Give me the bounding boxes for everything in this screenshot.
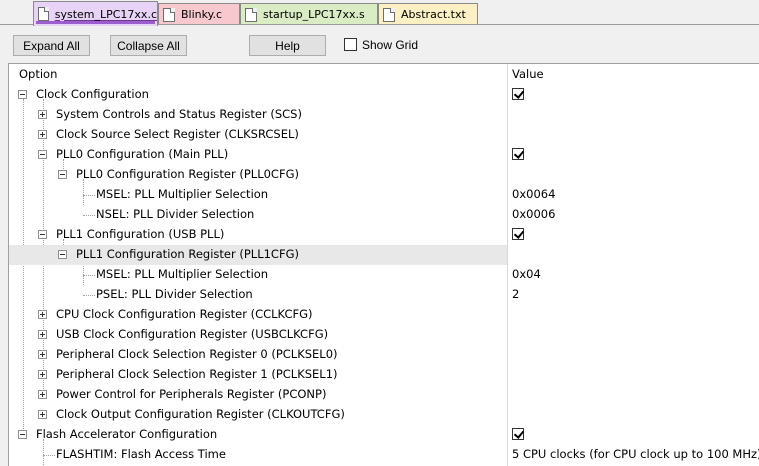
- tree-row-pll0-msel[interactable]: MSEL: PLL Multiplier Selection 0x0064: [9, 185, 759, 205]
- grid-header: Option Value: [9, 64, 759, 84]
- expand-toggle-icon[interactable]: [38, 350, 47, 359]
- option-label: MSEL: PLL Multiplier Selection: [96, 267, 269, 281]
- tree-row-clkoutcfg[interactable]: Clock Output Configuration Register (CLK…: [9, 405, 759, 425]
- tab-label: system_LPC17xx.c: [54, 7, 157, 21]
- value-checkbox[interactable]: [512, 428, 524, 440]
- expand-toggle-icon[interactable]: [38, 330, 47, 339]
- expand-toggle-icon[interactable]: [38, 130, 47, 139]
- option-label: Clock Source Select Register (CLKSRCSEL): [56, 127, 299, 141]
- option-label: PLL0 Configuration Register (PLL0CFG): [76, 167, 299, 181]
- option-label: PSEL: PLL Divider Selection: [96, 287, 253, 301]
- file-icon: [163, 7, 175, 22]
- tree-row-pll0-configuration[interactable]: PLL0 Configuration (Main PLL): [9, 145, 759, 165]
- option-label: System Controls and Status Register (SCS…: [56, 107, 302, 121]
- tree-row-pll1cfg[interactable]: PLL1 Configuration Register (PLL1CFG): [9, 245, 759, 265]
- show-grid-checkbox[interactable]: [344, 38, 357, 51]
- collapse-toggle-icon[interactable]: [58, 250, 67, 259]
- option-label: MSEL: PLL Multiplier Selection: [96, 187, 269, 201]
- option-label: PLL1 Configuration (USB PLL): [56, 227, 225, 241]
- help-button[interactable]: Help: [249, 35, 326, 56]
- option-label: Clock Configuration: [36, 87, 149, 101]
- tree-row-pconp[interactable]: Power Control for Peripherals Register (…: [9, 385, 759, 405]
- tab-label: Abstract.txt: [401, 8, 466, 21]
- tree-row-cclkcfg[interactable]: CPU Clock Configuration Register (CCLKCF…: [9, 305, 759, 325]
- tab-startup-lpc17xx-s[interactable]: startup_LPC17xx.s: [240, 3, 378, 25]
- show-grid-label: Show Grid: [362, 38, 419, 52]
- expand-all-button[interactable]: Expand All: [13, 35, 90, 56]
- file-icon: [38, 7, 49, 21]
- expand-toggle-icon[interactable]: [38, 310, 47, 319]
- configuration-wizard-toolbar: Expand All Collapse All Help Show Grid: [0, 27, 759, 63]
- option-label: Power Control for Peripherals Register (…: [56, 387, 327, 401]
- tree-row-flashtim[interactable]: FLASHTIM: Flash Access Time 5 CPU clocks…: [9, 445, 759, 465]
- option-value[interactable]: 5 CPU clocks (for CPU clock up to 100 MH…: [512, 447, 759, 461]
- expand-toggle-icon[interactable]: [38, 410, 47, 419]
- value-checkbox[interactable]: [512, 88, 524, 100]
- tab-system-lpc17xx-c[interactable]: system_LPC17xx.c: [33, 1, 158, 26]
- option-value[interactable]: 0x0064: [512, 187, 555, 201]
- editor-tab-strip: system_LPC17xx.c Blinky.c startup_LPC17x…: [0, 0, 759, 26]
- tree-row-pclksel1[interactable]: Peripheral Clock Selection Register 1 (P…: [9, 365, 759, 385]
- tree-row-pll1-configuration[interactable]: PLL1 Configuration (USB PLL): [9, 225, 759, 245]
- value-checkbox[interactable]: [512, 148, 524, 160]
- collapse-toggle-icon[interactable]: [38, 150, 47, 159]
- expand-toggle-icon[interactable]: [38, 390, 47, 399]
- tree-row-scs[interactable]: System Controls and Status Register (SCS…: [9, 105, 759, 125]
- tree-row-usbclkcfg[interactable]: USB Clock Configuration Register (USBCLK…: [9, 325, 759, 345]
- options-tree-grid: Option Value Clock Configuration System …: [8, 63, 759, 466]
- collapse-all-button[interactable]: Collapse All: [110, 35, 187, 56]
- tree-row-pll1-psel[interactable]: PSEL: PLL Divider Selection 2: [9, 285, 759, 305]
- collapse-toggle-icon[interactable]: [18, 90, 27, 99]
- option-value[interactable]: 0x04: [512, 267, 541, 281]
- collapse-toggle-icon[interactable]: [58, 170, 67, 179]
- tab-label: Blinky.c: [181, 8, 223, 21]
- tree-row-pclksel0[interactable]: Peripheral Clock Selection Register 0 (P…: [9, 345, 759, 365]
- tree-row-pll1-msel[interactable]: MSEL: PLL Multiplier Selection 0x04: [9, 265, 759, 285]
- tab-blinky-c[interactable]: Blinky.c: [158, 3, 240, 25]
- option-label: Clock Output Configuration Register (CLK…: [56, 407, 345, 421]
- option-label: Flash Accelerator Configuration: [36, 427, 218, 441]
- option-column-header[interactable]: Option: [19, 67, 57, 81]
- tree-row-clksrcsel[interactable]: Clock Source Select Register (CLKSRCSEL): [9, 125, 759, 145]
- value-column-header[interactable]: Value: [512, 67, 544, 81]
- file-icon: [245, 7, 257, 22]
- tree-row-pll0cfg[interactable]: PLL0 Configuration Register (PLL0CFG): [9, 165, 759, 185]
- tab-label: startup_LPC17xx.s: [263, 8, 365, 21]
- collapse-toggle-icon[interactable]: [18, 430, 27, 439]
- option-label: NSEL: PLL Divider Selection: [96, 207, 255, 221]
- value-checkbox[interactable]: [512, 228, 524, 240]
- option-value[interactable]: 2: [512, 287, 519, 301]
- expand-toggle-icon[interactable]: [38, 370, 47, 379]
- tree-row-flash-accelerator[interactable]: Flash Accelerator Configuration: [9, 425, 759, 445]
- option-label: CPU Clock Configuration Register (CCLKCF…: [56, 307, 313, 321]
- option-label: PLL0 Configuration (Main PLL): [56, 147, 229, 161]
- option-label: PLL1 Configuration Register (PLL1CFG): [76, 247, 299, 261]
- option-label: USB Clock Configuration Register (USBCLK…: [56, 327, 329, 341]
- tree-row-pll0-nsel[interactable]: NSEL: PLL Divider Selection 0x0006: [9, 205, 759, 225]
- option-label: Peripheral Clock Selection Register 0 (P…: [56, 347, 338, 361]
- option-value[interactable]: 0x0006: [512, 207, 555, 221]
- option-label: FLASHTIM: Flash Access Time: [56, 447, 226, 461]
- option-label: Peripheral Clock Selection Register 1 (P…: [56, 367, 338, 381]
- tab-abstract-txt[interactable]: Abstract.txt: [378, 3, 478, 25]
- expand-toggle-icon[interactable]: [38, 110, 47, 119]
- tree-row-clock-configuration[interactable]: Clock Configuration: [9, 85, 759, 105]
- collapse-toggle-icon[interactable]: [38, 230, 47, 239]
- file-icon: [383, 7, 395, 22]
